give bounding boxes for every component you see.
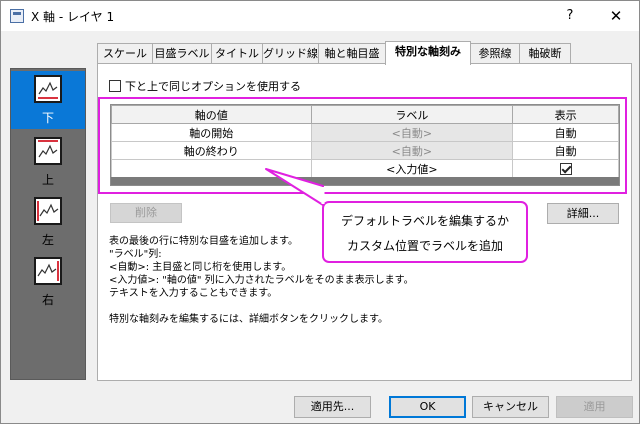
special-ticks-table: 軸の値 ラベル 表示 軸の開始 <自動> 自動 軸の終わり <自動> 自動 <入… xyxy=(110,104,620,186)
cell-show[interactable]: 自動 xyxy=(512,141,619,160)
cell-axis-value[interactable] xyxy=(111,159,312,178)
details-button[interactable]: 詳細... xyxy=(547,203,619,224)
show-checkbox[interactable] xyxy=(559,163,572,175)
help-text-line: 特別な軸刻みを編集するには、詳細ボタンをクリックします。 xyxy=(109,314,388,325)
apply-button[interactable]: 適用 xyxy=(556,396,633,418)
delete-button[interactable]: 削除 xyxy=(110,203,182,223)
sidebar-item-label: 右 xyxy=(41,293,54,307)
window-title: X 軸 - レイヤ 1 xyxy=(31,10,115,24)
tab-title[interactable]: タイトル xyxy=(211,43,263,64)
bottom-axis-icon xyxy=(34,75,62,103)
help-text-line: <入力値>: "軸の値" 列に入力されたラベルをそのまま表示します。 xyxy=(109,275,414,286)
help-text-line xyxy=(109,300,414,313)
axis-sidebar: 下 上 左 右 xyxy=(10,68,86,380)
title-bar: X 軸 - レイヤ 1 ? ✕ xyxy=(1,1,639,31)
cell-axis-value[interactable]: 軸の終わり xyxy=(111,141,312,160)
sidebar-item-right[interactable]: 右 xyxy=(11,253,85,311)
callout-line: カスタム位置でラベルを追加 xyxy=(346,239,503,253)
sidebar-item-top[interactable]: 上 xyxy=(11,133,85,191)
callout-line: デフォルトラベルを編集するか xyxy=(340,214,509,228)
help-text-line: テキストを入力することもできます。 xyxy=(109,288,278,299)
table-row: <入力値> xyxy=(111,159,619,178)
top-axis-icon xyxy=(34,137,62,165)
sidebar-item-left[interactable]: 左 xyxy=(11,193,85,251)
dialog-window: X 軸 - レイヤ 1 ? ✕ 下 上 左 右 スケール 目盛ラベル タイトル … xyxy=(0,0,640,424)
left-axis-icon xyxy=(34,197,62,225)
cell-label[interactable]: <自動> xyxy=(310,141,514,160)
sidebar-item-label: 下 xyxy=(41,111,54,125)
cell-label[interactable]: <自動> xyxy=(310,123,514,142)
cell-axis-value[interactable]: 軸の開始 xyxy=(111,123,312,142)
same-option-checkbox[interactable] xyxy=(109,80,121,92)
table-row: 軸の開始 <自動> 自動 xyxy=(111,123,619,142)
cell-show[interactable] xyxy=(512,159,619,178)
tab-tick-labels[interactable]: 目盛ラベル xyxy=(152,43,212,64)
window-icon xyxy=(10,9,24,23)
same-option-row[interactable]: 下と上で同じオプションを使用する xyxy=(109,78,301,94)
tab-axis-break[interactable]: 軸破断 xyxy=(519,43,571,64)
same-option-label: 下と上で同じオプションを使用する xyxy=(125,80,301,93)
cell-label[interactable]: <入力値> xyxy=(310,159,514,178)
cancel-button[interactable]: キャンセル xyxy=(472,396,549,418)
special-ticks-panel: 下と上で同じオプションを使用する 軸の値 ラベル 表示 軸の開始 <自動> 自動 xyxy=(97,63,632,381)
tab-scale[interactable]: スケール xyxy=(97,43,153,64)
tab-reference-lines[interactable]: 参照線 xyxy=(470,43,520,64)
cell-show[interactable]: 自動 xyxy=(512,123,619,142)
help-button[interactable]: ? xyxy=(547,1,593,31)
tab-special-ticks[interactable]: 特別な軸刻み xyxy=(385,41,471,65)
apply-to-button[interactable]: 適用先... xyxy=(294,396,371,418)
table-header-row: 軸の値 ラベル 表示 xyxy=(111,105,619,124)
tab-grid-lines[interactable]: グリッド線 xyxy=(262,43,319,64)
tab-axis-and-ticks[interactable]: 軸と軸目盛 xyxy=(318,43,386,64)
sidebar-item-label: 左 xyxy=(41,233,54,247)
column-header-label[interactable]: ラベル xyxy=(310,105,514,124)
column-header-show[interactable]: 表示 xyxy=(512,105,619,124)
table-scroll-bar[interactable] xyxy=(111,177,619,185)
ok-button[interactable]: OK xyxy=(389,396,466,418)
sidebar-item-bottom[interactable]: 下 xyxy=(11,71,85,129)
column-header-axis-value[interactable]: 軸の値 xyxy=(111,105,312,124)
annotation-callout: デフォルトラベルを編集するか カスタム位置でラベルを追加 xyxy=(322,201,528,263)
close-button[interactable]: ✕ xyxy=(593,1,639,31)
table-row: 軸の終わり <自動> 自動 xyxy=(111,141,619,160)
sidebar-item-label: 上 xyxy=(41,173,54,187)
right-axis-icon xyxy=(34,257,62,285)
